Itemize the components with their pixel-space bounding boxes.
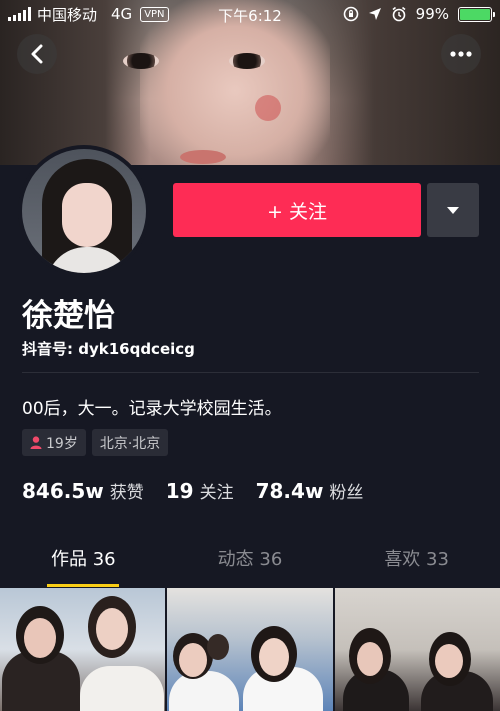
content-tabs: 作品 36 动态 36 喜欢 33 xyxy=(0,545,500,587)
douyin-id[interactable]: 抖音号: dyk16qdceicg xyxy=(22,338,195,359)
more-button[interactable] xyxy=(441,34,481,74)
tab-indicator xyxy=(47,584,119,587)
status-bar: 中国移动 4G VPN 下午6:12 99% xyxy=(0,0,500,28)
tab-likes[interactable]: 喜欢 33 xyxy=(333,545,500,587)
tab-moments[interactable]: 动态 36 xyxy=(167,545,334,587)
tab-label: 动态 36 xyxy=(217,549,283,570)
stat-value: 78.4w xyxy=(255,479,324,503)
alarm-icon xyxy=(392,6,406,22)
battery-percent: 99% xyxy=(415,5,449,23)
profile-tags: 19岁 北京·北京 xyxy=(22,429,169,456)
tab-works[interactable]: 作品 36 xyxy=(0,545,167,587)
tab-label: 喜欢 33 xyxy=(384,549,449,570)
more-dots-icon xyxy=(450,51,472,57)
location-tag: 北京·北京 xyxy=(91,429,169,456)
location-label: 北京·北京 xyxy=(99,435,161,452)
stat-likes: 846.5w 获赞 xyxy=(22,478,144,503)
caret-down-icon xyxy=(447,206,459,214)
divider xyxy=(22,372,479,373)
back-button[interactable] xyxy=(17,34,57,74)
carrier-name: 中国移动 xyxy=(37,5,98,24)
stat-value: 846.5w xyxy=(22,479,104,503)
video-thumbnail[interactable] xyxy=(0,588,166,711)
network-type: 4G xyxy=(111,5,133,23)
stat-label: 关注 xyxy=(199,483,234,503)
location-icon xyxy=(368,8,381,20)
follow-label: + 关注 xyxy=(267,200,327,223)
person-icon xyxy=(30,436,42,449)
profile-name: 徐楚怡 xyxy=(22,298,115,334)
video-thumbnail[interactable] xyxy=(167,588,333,711)
battery-icon xyxy=(458,6,495,22)
avatar[interactable] xyxy=(18,145,150,277)
video-thumbnail[interactable] xyxy=(334,588,500,711)
chevron-left-icon xyxy=(31,44,43,64)
profile-stats: 846.5w 获赞 19 关注 78.4w 粉丝 xyxy=(22,478,363,503)
orientation-lock-icon xyxy=(343,6,358,22)
age-tag: 19岁 xyxy=(22,429,86,456)
stat-label: 获赞 xyxy=(109,483,144,503)
age-label: 19岁 xyxy=(46,435,78,452)
vpn-badge: VPN xyxy=(140,6,169,22)
stat-value: 19 xyxy=(165,479,194,503)
stat-label: 粉丝 xyxy=(329,483,364,503)
profile-bio: 00后，大一。记录大学校园生活。 xyxy=(22,399,282,419)
recommend-dropdown-button[interactable] xyxy=(427,183,479,237)
tab-label: 作品 36 xyxy=(51,549,116,570)
video-grid xyxy=(0,588,500,711)
signal-icon xyxy=(8,7,31,21)
stat-followers[interactable]: 78.4w 粉丝 xyxy=(256,478,364,503)
stat-following[interactable]: 19 关注 xyxy=(166,478,234,503)
follow-button[interactable]: + 关注 xyxy=(173,183,421,237)
